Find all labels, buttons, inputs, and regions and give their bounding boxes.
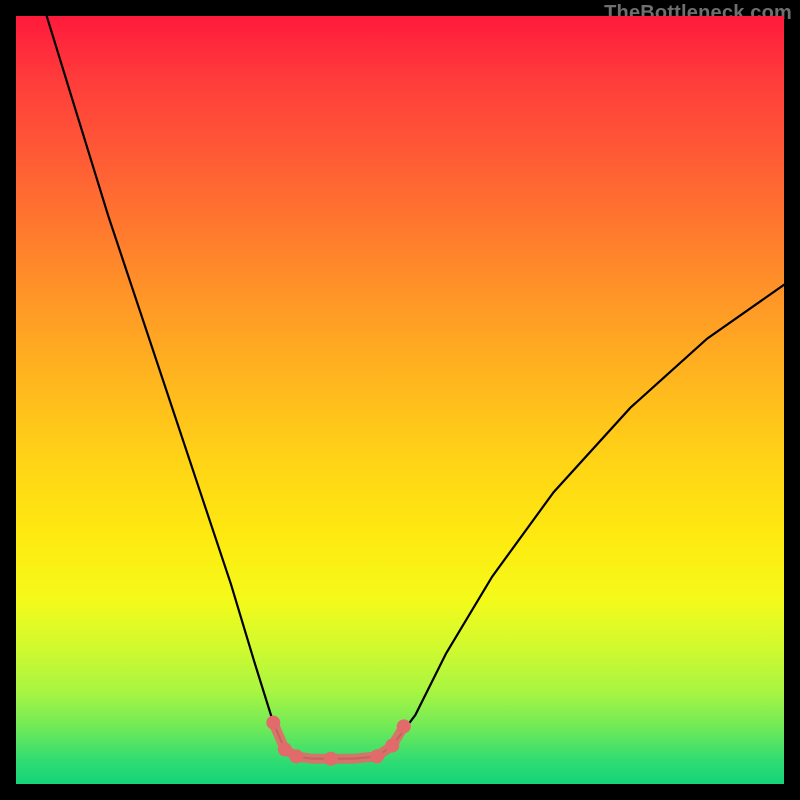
bottleneck-curve bbox=[47, 16, 784, 759]
plot-area bbox=[16, 16, 784, 784]
optimal-zone-marker bbox=[266, 716, 411, 766]
curve-svg bbox=[16, 16, 784, 784]
chart-frame: TheBottleneck.com bbox=[0, 0, 800, 800]
